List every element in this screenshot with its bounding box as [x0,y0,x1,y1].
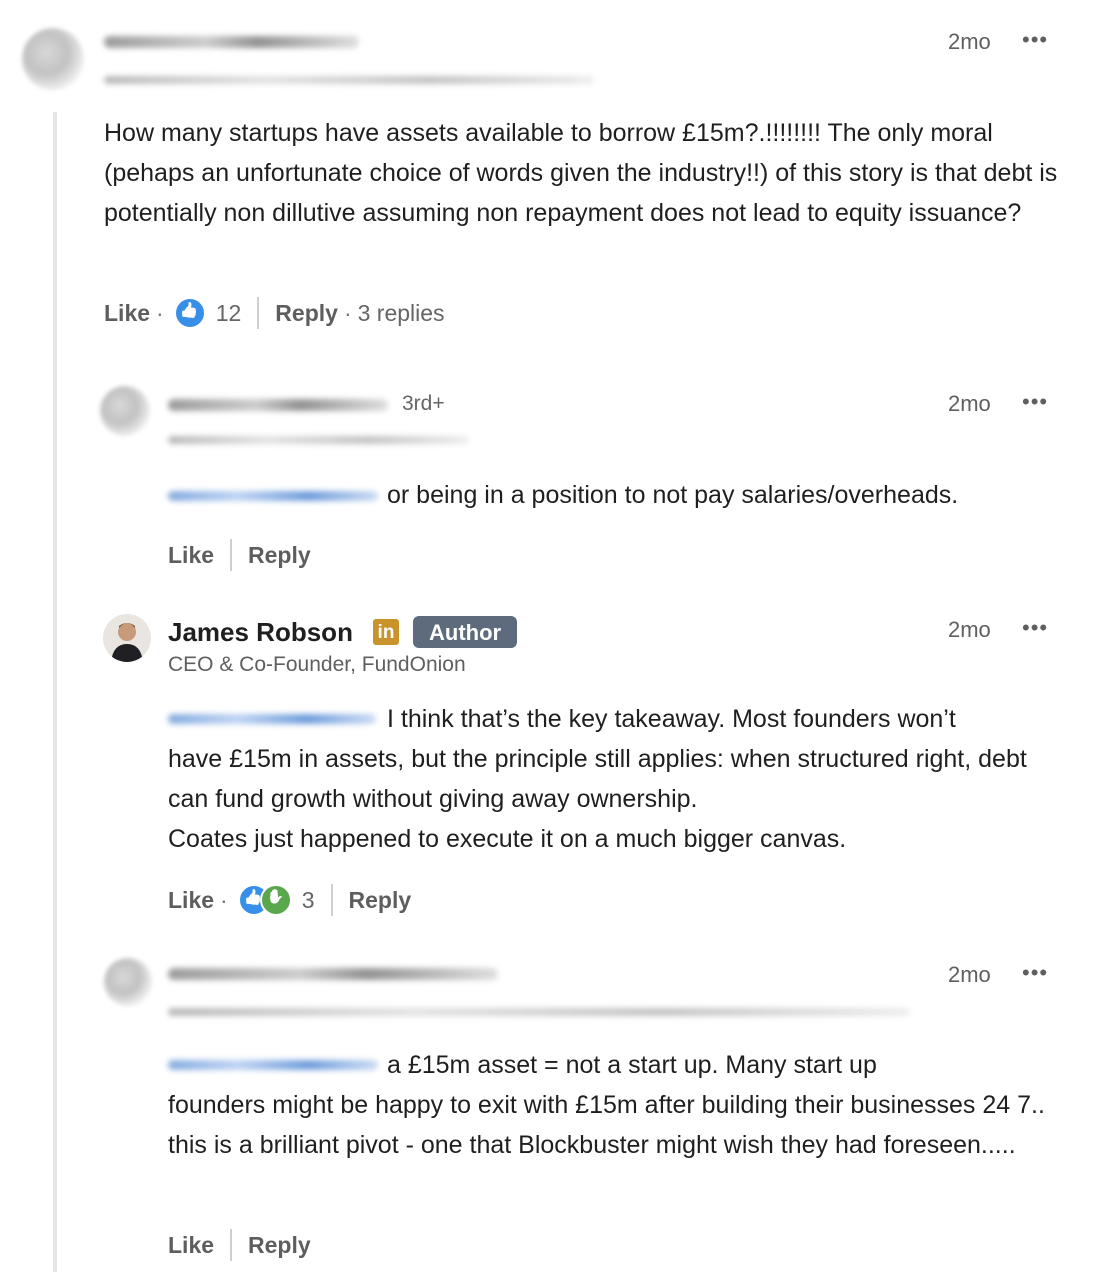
linkedin-premium-badge-icon: in [373,619,399,645]
thread-line [53,112,57,1272]
mention-redacted[interactable] [168,1060,378,1070]
reply-button[interactable]: Reply [248,1232,311,1259]
reactions[interactable]: 12 [173,297,242,329]
replier-avatar[interactable] [104,958,152,1006]
more-options-icon[interactable]: ••• [1022,960,1048,986]
author-headline: CEO & Co-Founder, FundOnion [168,653,466,676]
commenter-avatar[interactable] [22,28,84,90]
reply-timestamp: 2mo [948,962,991,987]
divider [257,297,260,329]
comment-actions: Like · 12 Reply · 3 replies [104,296,445,330]
more-options-icon[interactable]: ••• [1022,27,1048,53]
like-button[interactable]: Like [168,887,214,914]
reply-actions: Like · 3 Reply [168,883,411,917]
celebrate-reaction-icon [259,884,292,916]
author-name[interactable]: James Robson [168,617,353,648]
more-options-icon[interactable]: ••• [1022,389,1048,415]
reaction-count: 12 [215,299,242,326]
reply-button[interactable]: Reply [248,542,311,569]
divider [330,884,333,916]
reply-text: or being in a position to not pay salari… [387,481,959,509]
comment-timestamp: 2mo [948,29,991,54]
divider [230,539,233,571]
reply-button[interactable]: Reply [275,300,338,327]
replies-count-link[interactable]: 3 replies [358,300,445,327]
reaction-count: 3 [301,886,315,913]
reply-text-body: have £15m in assets, but the principle s… [168,745,1027,813]
reply-button[interactable]: Reply [349,887,412,914]
person-avatar-icon [103,614,151,662]
like-button[interactable]: Like [168,1232,214,1259]
reply-actions: Like Reply [168,1228,311,1262]
commenter-headline-redacted [104,76,594,84]
separator-dot: · [156,299,164,326]
reactions[interactable]: 3 [237,884,315,916]
replier-name-redacted[interactable] [168,968,498,980]
reply-text-last: Coates just happened to execute it on a … [168,825,847,853]
like-reaction-icon [173,297,206,329]
reply-text-line1: I think that’s the key takeaway. Most fo… [387,705,956,733]
reply-timestamp: 2mo [948,617,991,642]
separator-dot: · [220,886,228,913]
reply-text-body: founders might be happy to exit with £15… [168,1091,1045,1159]
connection-degree: 3rd+ [402,392,445,415]
commenter-name-redacted[interactable] [104,36,359,48]
like-button[interactable]: Like [168,542,214,569]
reply-text-line1: a £15m asset = not a start up. Many star… [387,1051,877,1079]
separator-dot: · [343,299,352,326]
author-avatar[interactable] [103,614,151,662]
replier-headline-redacted [168,1008,910,1016]
replier-headline-redacted [168,436,468,444]
author-tag: Author [413,616,518,648]
reply-actions: Like Reply [168,538,311,572]
mention-redacted[interactable] [168,491,378,501]
mention-redacted[interactable] [168,714,376,724]
replier-name-redacted[interactable] [168,399,388,411]
more-options-icon[interactable]: ••• [1022,615,1048,641]
like-button[interactable]: Like [104,300,150,327]
reply-timestamp: 2mo [948,391,991,416]
divider [230,1229,233,1261]
replier-avatar[interactable] [100,386,150,436]
comment-text: How many startups have assets available … [104,119,1058,227]
